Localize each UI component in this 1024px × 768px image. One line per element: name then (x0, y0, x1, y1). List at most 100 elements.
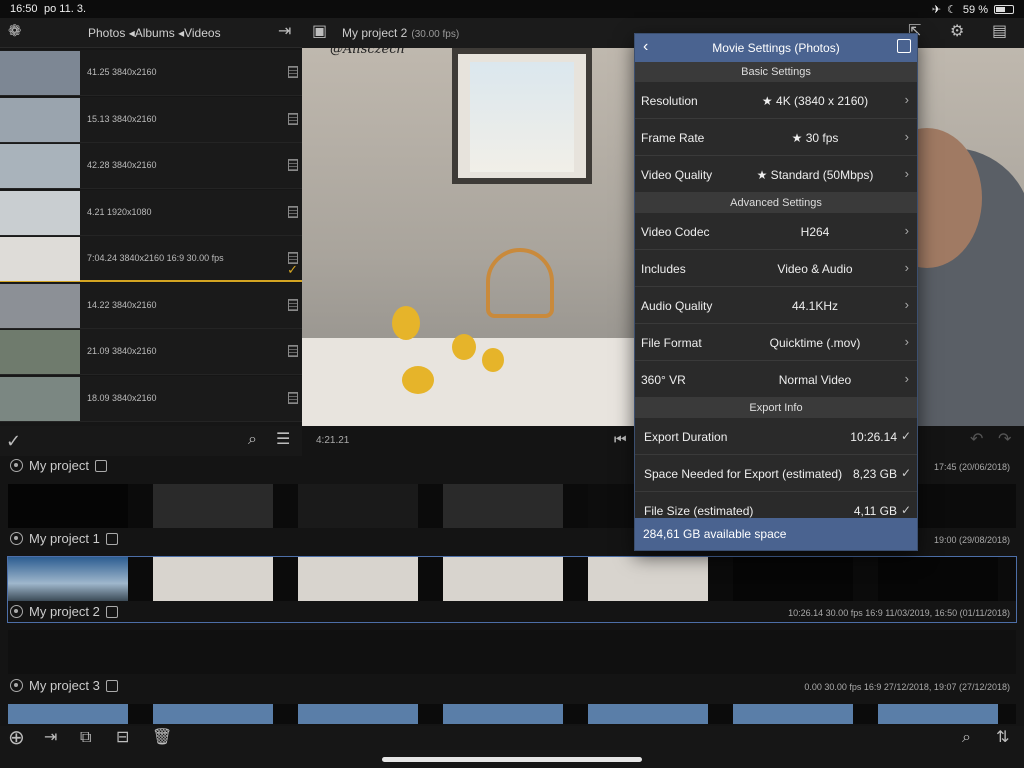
radio-icon[interactable] (10, 679, 23, 692)
gear-flower-icon[interactable]: ❁ (8, 24, 21, 40)
clip-row[interactable]: 4.21 1920x1080 (0, 189, 302, 236)
checkmark-icon: ✓ (900, 503, 911, 517)
clip-thumbnail (0, 237, 80, 281)
note-icon[interactable] (94, 459, 107, 472)
preview-project-name: My project 2 (342, 26, 408, 40)
add-icon[interactable]: ⊕ (8, 728, 25, 748)
export-icon[interactable] (897, 39, 911, 53)
clip-thumbnail (0, 97, 80, 142)
setting-label: 360° VR (641, 373, 686, 387)
watermark-text: @Alisczech (330, 48, 405, 57)
clip-icon (288, 159, 298, 171)
clip-icon (288, 205, 298, 218)
setting-row[interactable]: Export Duration 10:26.14 ✓ (635, 418, 917, 455)
clip-row[interactable]: 15.13 3840x2160 (0, 96, 302, 143)
chevron-right-icon: › (904, 371, 909, 386)
radio-icon[interactable] (10, 532, 23, 545)
airplane-icon: ✈ (931, 4, 942, 16)
project-strip-3[interactable] (8, 630, 1016, 674)
setting-row[interactable]: 360° VR Normal Video › (635, 361, 917, 398)
clip-list: 41.25 3840x2160 15.13 3840x2160 42.28 3840… (0, 48, 302, 426)
chevron-right-icon: › (904, 223, 909, 238)
checkmark-icon: ✓ (287, 262, 298, 277)
setting-row[interactable]: Audio Quality 44.1KHz › (635, 287, 917, 324)
note-icon[interactable] (105, 679, 118, 692)
select-check-icon[interactable]: ✓ (6, 432, 21, 450)
setting-value: 4,11 GB (853, 504, 897, 518)
project-icon[interactable]: ▣ (312, 24, 327, 40)
setting-value: Normal Video (778, 373, 852, 387)
import-icon[interactable]: ⇥ (278, 24, 291, 40)
setting-row[interactable]: File Format Quicktime (.mov) › (635, 324, 917, 361)
clip-thumbnail (0, 51, 80, 95)
settings-gear-icon[interactable]: ⚙ (950, 24, 964, 40)
clip-row[interactable]: 41.25 3840x2160 (0, 50, 302, 96)
clip-thumbnail (0, 330, 80, 374)
duplicate-icon[interactable]: ⧉ (80, 730, 91, 746)
undo-icon[interactable]: ↶ (970, 432, 983, 448)
project-title-2[interactable]: My project 2 (10, 604, 118, 619)
clip-icon (288, 112, 298, 125)
wall-picture (452, 48, 592, 184)
setting-row[interactable]: Space Needed for Export (estimated) 8,23 … (635, 455, 917, 492)
redo-icon[interactable]: ↷ (998, 432, 1011, 448)
setting-row[interactable]: Resolution ★ 4K (3840 x 2160) › (635, 82, 917, 119)
import-icon[interactable]: ⇥ (44, 730, 57, 746)
clip-meta: 4.21 1920x1080 (87, 206, 152, 217)
popover-title: Movie Settings (Photos) (712, 41, 840, 55)
chevron-right-icon: › (904, 260, 909, 275)
browser-tabs[interactable]: Photos ◂Albums ◂Videos (88, 26, 221, 40)
setting-value: 44.1KHz (791, 299, 839, 313)
clip-row[interactable]: 14.22 3840x2160 (0, 282, 302, 329)
setting-value: 8,23 GB (852, 467, 897, 481)
clip-thumbnail (0, 283, 80, 328)
setting-label: Export Duration (644, 430, 728, 444)
playback-timecode: 4:21.21 (316, 435, 350, 446)
clip-meta: 41.25 3840x2160 (87, 67, 157, 77)
project-title-1[interactable]: My project 1 (10, 531, 118, 546)
radio-icon[interactable] (10, 605, 23, 618)
radio-icon[interactable] (10, 459, 23, 472)
section-basic: Basic Settings (635, 62, 917, 82)
note-icon[interactable] (105, 605, 118, 618)
clip-row[interactable]: 7:04.24 3840x2160 16:9 30.00 fps ✓ (0, 236, 302, 282)
project-info-1: 19:00 (29/08/2018) (933, 535, 1010, 545)
status-date: po 11. 3. (44, 3, 86, 15)
sort-icon[interactable]: ⇅ (996, 730, 1009, 746)
search-icon[interactable]: ⌕ (248, 432, 257, 448)
rewind-icon[interactable]: ⏮ (614, 432, 627, 446)
setting-label: Space Needed for Export (estimated) (644, 467, 843, 481)
setting-label: Resolution (641, 94, 698, 108)
search-icon[interactable]: ⌕ (962, 730, 971, 746)
status-bar: 16:50 po 11. 3. ✈ ☾ 59 % (0, 0, 1024, 18)
project-info-2: 10:26.14 30.00 fps 16:9 11/03/2019, 16:5… (788, 608, 1010, 618)
clip-meta: 15.13 3840x2160 (87, 113, 157, 124)
trim-icon[interactable]: ⊟ (116, 730, 129, 746)
project-strip-4[interactable] (8, 704, 1016, 724)
clip-row[interactable]: 21.09 3840x2160 (0, 329, 302, 375)
chevron-right-icon: › (904, 334, 909, 349)
project-title-0[interactable]: My project (10, 458, 107, 473)
battery-percent: 59 % (962, 3, 988, 16)
setting-row[interactable]: Includes Video & Audio › (635, 250, 917, 287)
browser-header: ❁ Photos ◂Albums ◂Videos ⇥ (0, 18, 302, 48)
project-title-3[interactable]: My project 3 (10, 678, 118, 693)
layout-icon[interactable]: ▤ (992, 24, 1007, 40)
setting-value: Video & Audio (777, 262, 853, 276)
setting-row[interactable]: Video Quality ★ Standard (50Mbps) › (635, 156, 917, 193)
setting-row[interactable]: Video Codec H264 › (635, 213, 917, 250)
setting-value: Quicktime (.mov) (769, 336, 861, 350)
setting-row[interactable]: Frame Rate ★ 30 fps › (635, 119, 917, 156)
note-icon[interactable] (105, 532, 118, 545)
chevron-right-icon: › (904, 166, 909, 181)
clip-meta: 42.28 3840x2160 (87, 160, 157, 170)
clip-row[interactable]: 18.09 3840x2160 (0, 375, 302, 422)
project-info-0: 17:45 (20/06/2018) (933, 462, 1010, 472)
setting-label: File Format (641, 336, 702, 350)
clip-meta: 21.09 3840x2160 (87, 346, 157, 356)
sort-list-icon[interactable]: ☰ (276, 432, 290, 448)
trash-icon[interactable]: 🗑 (152, 730, 172, 746)
clip-row[interactable]: 42.28 3840x2160 (0, 143, 302, 189)
setting-label: Frame Rate (641, 131, 705, 145)
setting-value: H264 (800, 225, 830, 239)
